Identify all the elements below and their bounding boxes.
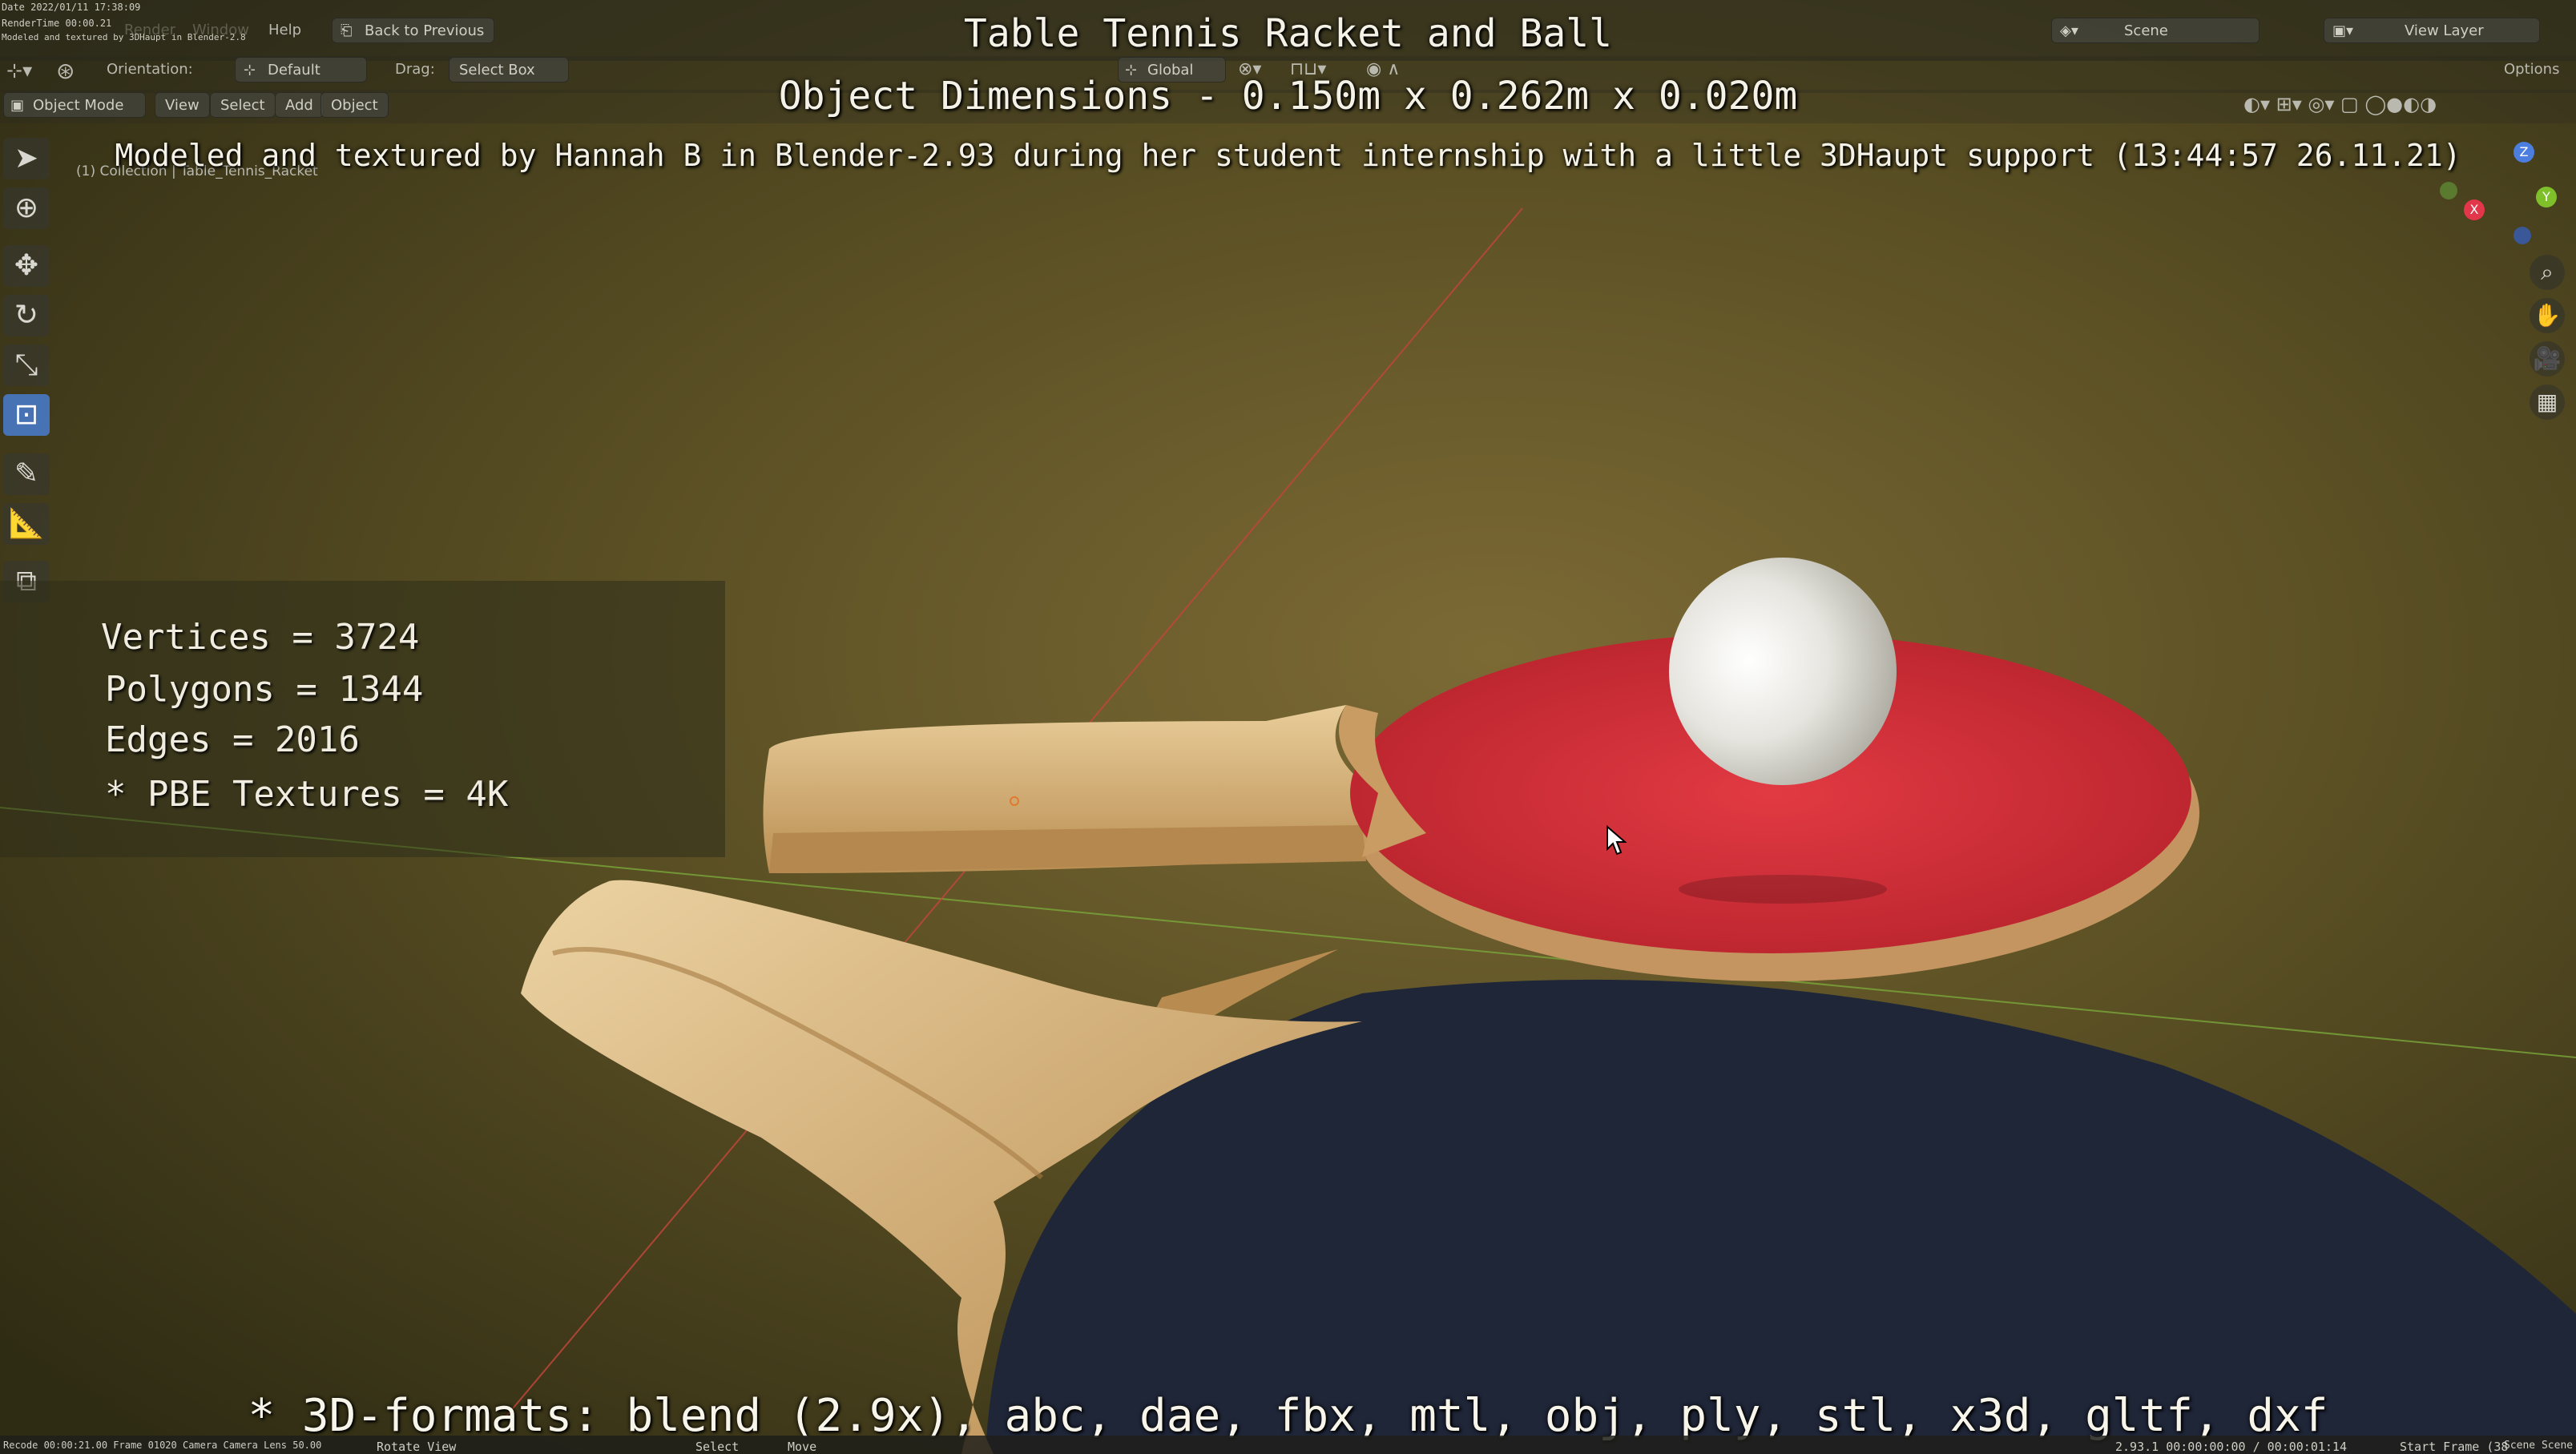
edges-stat: Edges = 2016	[105, 719, 360, 760]
3d-viewport[interactable]: Date 2022/01/11 17:38:09 RenderTime 00:0…	[0, 0, 2576, 1454]
status-timecode: 2.93.1 00:00:00:00 / 00:00:01:14	[2115, 1440, 2347, 1454]
gizmo-x-axis[interactable]: X	[2464, 199, 2485, 220]
ruler-icon: 📐	[8, 507, 45, 540]
pencil-icon: ✎	[14, 457, 39, 490]
annotate-tool[interactable]: ✎	[3, 453, 50, 495]
scale-tool[interactable]: ⤡	[3, 344, 50, 386]
status-scene: Scene Scene	[2504, 1440, 2574, 1452]
textures-stat: * PBE Textures = 4K	[105, 774, 509, 815]
gizmo-neg-y-axis[interactable]	[2440, 182, 2457, 199]
status-start-frame: Start Frame (38	[2400, 1440, 2509, 1454]
move-tool[interactable]: ✥	[3, 245, 50, 287]
status-left-info: Recode 00:00:21.00 Frame 01020 Camera Ca…	[3, 1440, 322, 1451]
rotate-icon: ↻	[14, 299, 39, 332]
camera-view-icon[interactable]: 🎥	[2530, 341, 2565, 377]
status-select: Select	[695, 1440, 740, 1454]
polygons-stat: Polygons = 1344	[105, 669, 424, 710]
zoom-icon[interactable]: ⌕	[2530, 255, 2565, 290]
gizmo-neg-z-axis[interactable]	[2514, 227, 2531, 244]
perspective-grid-icon[interactable]: ▦	[2530, 385, 2565, 420]
scale-icon: ⤡	[14, 348, 38, 381]
transform-tool[interactable]: ⊡	[3, 394, 50, 436]
pan-hand-icon[interactable]: ✋	[2530, 298, 2565, 333]
title-caption: Table Tennis Racket and Ball	[963, 11, 1613, 56]
cursor-tool[interactable]: ⊕	[3, 187, 50, 229]
dimensions-caption: Object Dimensions - 0.150m x 0.262m x 0.…	[778, 74, 1798, 119]
status-move: Move	[788, 1440, 817, 1454]
credit-caption: Modeled and textured by Hannah B in Blen…	[115, 138, 2461, 173]
formats-caption: * 3D-formats: blend (2.9x), abc, dae, fb…	[248, 1390, 2328, 1442]
measure-tool[interactable]: 📐	[3, 503, 50, 545]
rotate-tool[interactable]: ↻	[3, 295, 50, 336]
gizmo-y-axis[interactable]: Y	[2536, 187, 2557, 207]
status-rotate-view: Rotate View	[377, 1440, 457, 1454]
crosshair-icon: ⊕	[14, 191, 39, 224]
transform-icon: ⊡	[14, 398, 39, 431]
vertices-stat: Vertices = 3724	[101, 617, 420, 658]
move-icon: ✥	[14, 249, 39, 282]
